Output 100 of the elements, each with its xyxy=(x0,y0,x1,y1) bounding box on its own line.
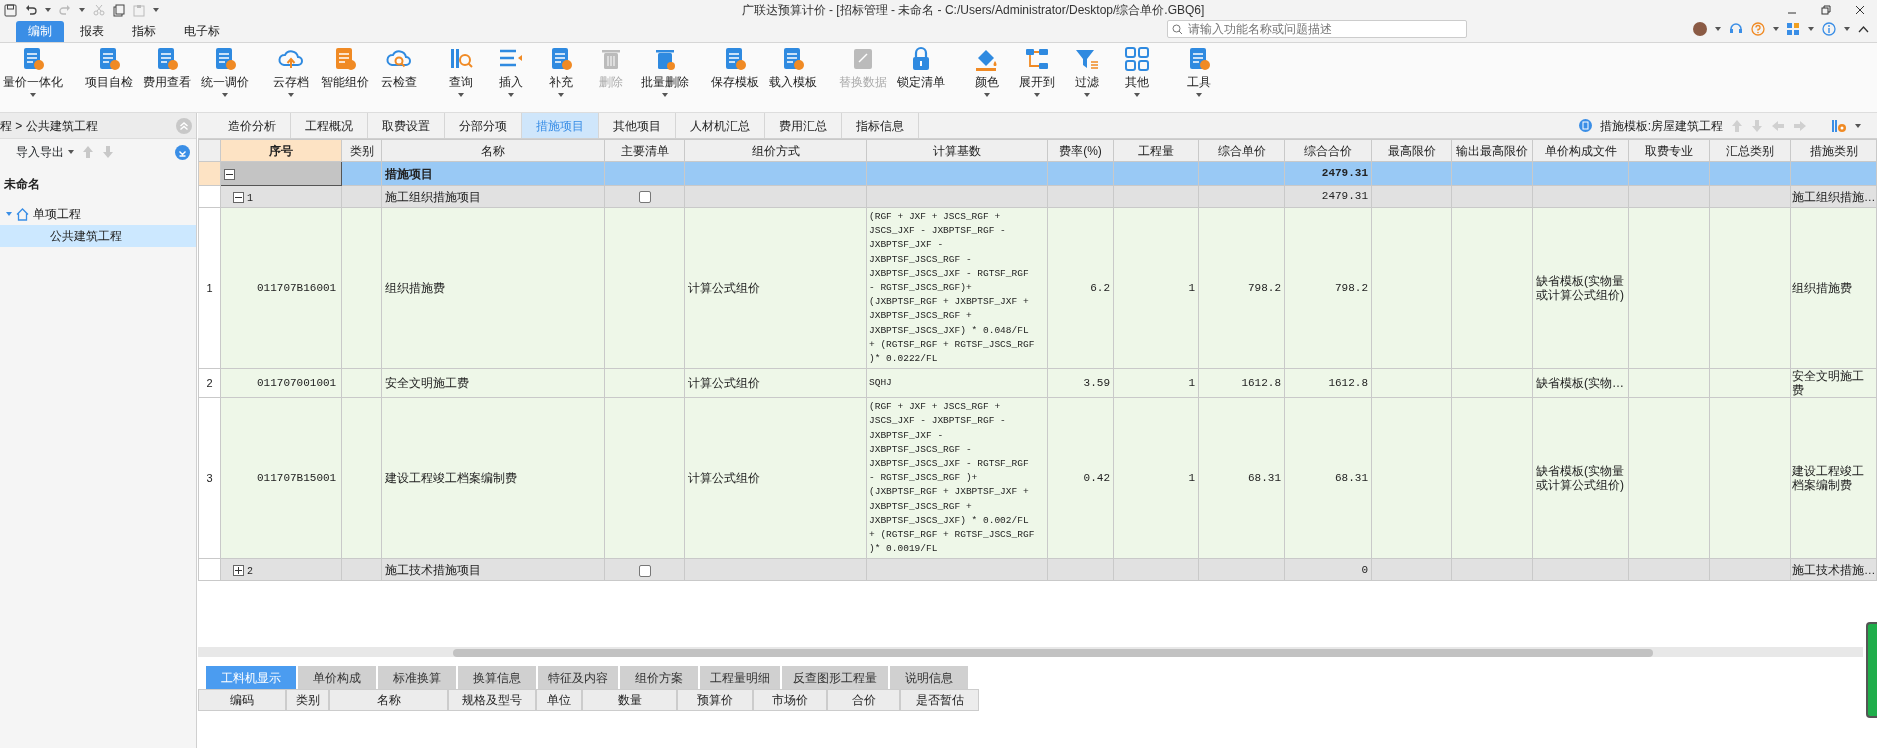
expand-toggle-icon[interactable] xyxy=(233,191,244,203)
column-header[interactable]: 综合合价 xyxy=(1284,139,1372,162)
column-header[interactable]: 综合单价 xyxy=(1198,139,1285,162)
caret-icon[interactable] xyxy=(30,93,36,97)
column-header[interactable]: 编码 xyxy=(198,689,286,711)
toolbar-button[interactable]: 工具 xyxy=(1176,43,1222,100)
expand-toggle-icon[interactable] xyxy=(233,565,244,577)
caret-icon[interactable] xyxy=(458,93,464,97)
view-tab[interactable]: 工程概况 xyxy=(291,113,368,138)
caret-icon[interactable] xyxy=(1134,93,1140,97)
info-icon[interactable] xyxy=(1822,22,1836,36)
avatar-icon[interactable] xyxy=(1693,22,1707,36)
caret-icon[interactable] xyxy=(558,93,564,97)
column-header[interactable]: 措施类别 xyxy=(1790,139,1877,162)
caret-icon[interactable] xyxy=(153,8,159,12)
column-header[interactable]: 名称 xyxy=(329,689,448,711)
toolbar-button[interactable]: 云存档 xyxy=(268,43,314,100)
column-header[interactable]: 单位 xyxy=(536,689,582,711)
column-header[interactable]: 组价方式 xyxy=(684,139,867,162)
view-tab[interactable]: 造价分析 xyxy=(214,113,291,138)
detail-tab[interactable]: 反查图形工程量 xyxy=(782,666,888,689)
column-header[interactable]: 主要清单 xyxy=(604,139,685,162)
caret-icon[interactable] xyxy=(68,150,74,154)
toolbar-button[interactable]: 批量删除 xyxy=(638,43,692,100)
toolbar-button[interactable]: 统一调价 xyxy=(198,43,252,100)
column-settings-icon[interactable] xyxy=(1831,117,1847,134)
column-header[interactable]: 计算基数 xyxy=(866,139,1048,162)
detail-tab[interactable]: 标准换算 xyxy=(378,666,456,689)
toolbar-button[interactable]: 云检查 xyxy=(376,43,422,100)
column-header[interactable]: 最高限价 xyxy=(1371,139,1452,162)
toolbar-button[interactable]: 量价一体化 xyxy=(0,43,66,100)
apps-icon[interactable] xyxy=(1787,22,1800,36)
tree-item[interactable]: 单项工程 xyxy=(33,205,81,223)
column-header[interactable]: 类别 xyxy=(341,139,382,162)
horizontal-scrollbar[interactable] xyxy=(198,647,1863,657)
close-icon[interactable] xyxy=(1855,5,1865,15)
caret-icon[interactable] xyxy=(222,93,228,97)
menu-tab[interactable]: 指标 xyxy=(120,21,168,42)
checkbox[interactable] xyxy=(638,191,651,204)
caret-icon[interactable] xyxy=(1773,27,1779,31)
tree-item[interactable]: 未命名 xyxy=(4,175,40,193)
caret-icon[interactable] xyxy=(662,93,668,97)
column-header[interactable]: 数量 xyxy=(582,689,677,711)
detail-tab[interactable]: 换算信息 xyxy=(458,666,536,689)
menu-tab[interactable]: 报表 xyxy=(68,21,116,42)
headset-icon[interactable] xyxy=(1729,22,1743,36)
toolbar-button[interactable]: 其他 xyxy=(1114,43,1160,100)
caret-icon[interactable] xyxy=(1715,27,1721,31)
checkbox[interactable] xyxy=(638,564,651,577)
column-header[interactable]: 名称 xyxy=(381,139,605,162)
floating-handle[interactable] xyxy=(1866,622,1877,718)
restore-icon[interactable] xyxy=(1821,5,1831,15)
caret-icon[interactable] xyxy=(1196,93,1202,97)
column-header[interactable]: 费率(%) xyxy=(1047,139,1114,162)
expand-arrow-icon[interactable] xyxy=(6,212,12,216)
caret-icon[interactable] xyxy=(1808,27,1814,31)
view-tab[interactable]: 指标信息 xyxy=(842,113,919,138)
caret-icon[interactable] xyxy=(1034,93,1040,97)
column-header[interactable]: 单价构成文件 xyxy=(1532,139,1629,162)
download-icon[interactable] xyxy=(175,144,190,160)
toolbar-button[interactable]: 费用查看 xyxy=(140,43,194,100)
collapse-icon[interactable] xyxy=(1858,25,1869,33)
column-header[interactable]: 汇总类别 xyxy=(1709,139,1791,162)
column-header[interactable]: 类别 xyxy=(286,689,329,711)
caret-icon[interactable] xyxy=(79,8,85,12)
toolbar-button[interactable]: 项目自检 xyxy=(82,43,136,100)
search-field[interactable]: 请输入功能名称或问题描述 xyxy=(1167,20,1467,38)
caret-icon[interactable] xyxy=(1844,27,1850,31)
import-export-button[interactable]: 导入导出 xyxy=(16,143,74,161)
column-header[interactable]: 工程量 xyxy=(1113,139,1199,162)
caret-icon[interactable] xyxy=(45,8,51,12)
view-tab[interactable]: 取费设置 xyxy=(368,113,445,138)
toolbar-button[interactable]: 保存模板 xyxy=(708,43,762,100)
save-icon[interactable] xyxy=(4,3,17,17)
toolbar-button[interactable]: 智能组价 xyxy=(318,43,372,100)
column-header[interactable]: 预算价 xyxy=(677,689,753,711)
column-header[interactable]: 取费专业 xyxy=(1628,139,1710,162)
caret-icon[interactable] xyxy=(1084,93,1090,97)
toolbar-button[interactable]: 展开到 xyxy=(1014,43,1060,100)
detail-tab[interactable]: 组价方案 xyxy=(620,666,698,689)
detail-tab[interactable]: 特征及内容 xyxy=(538,666,618,689)
column-header[interactable]: 序号 xyxy=(220,139,342,162)
view-tab[interactable]: 费用汇总 xyxy=(765,113,842,138)
caret-icon[interactable] xyxy=(984,93,990,97)
column-header[interactable]: 规格及型号 xyxy=(448,689,536,711)
undo-icon[interactable] xyxy=(25,4,37,16)
column-header[interactable]: 合价 xyxy=(827,689,900,711)
column-header[interactable]: 输出最高限价 xyxy=(1451,139,1533,162)
expand-toggle-icon[interactable] xyxy=(224,168,235,180)
toolbar-button[interactable]: 颜色 xyxy=(964,43,1010,100)
caret-icon[interactable] xyxy=(288,93,294,97)
toolbar-button[interactable]: 补充 xyxy=(538,43,584,100)
column-header[interactable]: 市场价 xyxy=(753,689,827,711)
caret-icon[interactable] xyxy=(508,93,514,97)
column-header[interactable]: 是否暂估 xyxy=(900,689,979,711)
toolbar-button[interactable]: 载入模板 xyxy=(766,43,820,100)
toolbar-button[interactable]: 插入 xyxy=(488,43,534,100)
caret-icon[interactable] xyxy=(1855,123,1861,128)
detail-tab[interactable]: 单价构成 xyxy=(298,666,376,689)
detail-tab[interactable]: 工程量明细 xyxy=(700,666,780,689)
